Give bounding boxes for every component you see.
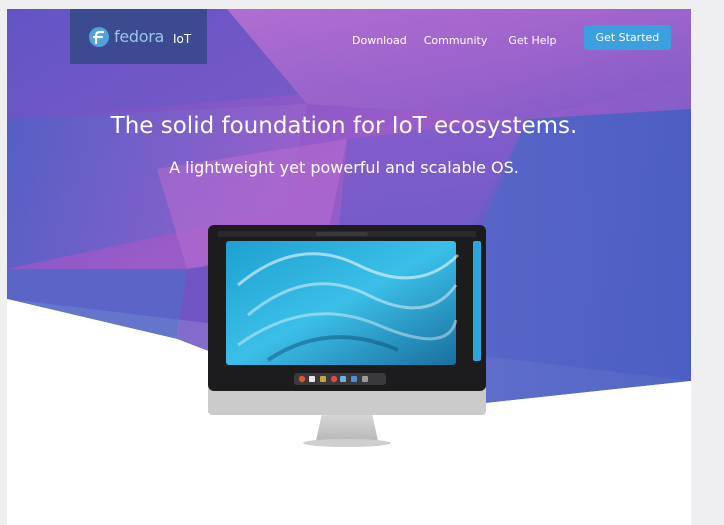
software-icon bbox=[320, 376, 326, 382]
page-viewport: fedora IoT Download Community Get Help G… bbox=[7, 9, 691, 525]
fedora-iot-home-link[interactable]: fedora IoT bbox=[70, 9, 207, 64]
hero-title: The solid foundation for IoT ecosystems. bbox=[110, 113, 578, 139]
browser-top-gutter bbox=[0, 0, 724, 9]
nav-get-help-link[interactable]: Get Help bbox=[508, 34, 556, 47]
top-navigation: Download Community Get Help Get Started bbox=[352, 25, 672, 50]
nav-community-link[interactable]: Community bbox=[424, 34, 488, 47]
hero-subtitle: A lightweight yet powerful and scalable … bbox=[169, 158, 519, 177]
nav-download-link[interactable]: Download bbox=[352, 34, 407, 47]
firefox-icon bbox=[298, 375, 306, 383]
edition-label: IoT bbox=[173, 31, 192, 46]
get-started-button[interactable]: Get Started bbox=[583, 25, 672, 50]
monitor-stand bbox=[316, 413, 378, 441]
fedora-infinity-icon bbox=[89, 26, 109, 47]
text-editor-icon bbox=[340, 376, 346, 382]
chrome-icon bbox=[330, 375, 338, 383]
app-grid-icon bbox=[362, 376, 368, 382]
files-icon bbox=[309, 376, 315, 382]
desktop-monitor-illustration bbox=[208, 225, 486, 447]
fedora-wordmark: fedora bbox=[114, 27, 165, 46]
browser-right-gutter bbox=[691, 0, 724, 525]
browser-left-gutter bbox=[0, 0, 7, 525]
help-icon bbox=[351, 376, 357, 382]
